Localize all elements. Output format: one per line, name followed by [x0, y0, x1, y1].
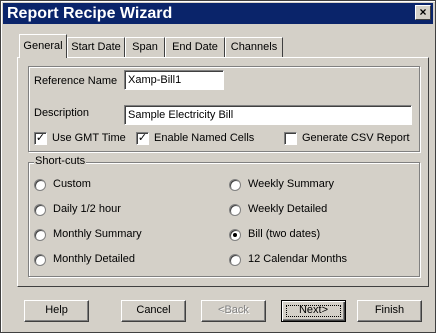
custom-label[interactable]: Custom	[53, 178, 91, 190]
next-button-label: Next>	[298, 304, 329, 316]
tab-label: End Date	[172, 41, 218, 53]
twelve-calendar-months-label[interactable]: 12 Calendar Months	[248, 253, 347, 265]
title-bar[interactable]: Report Recipe Wizard ×	[3, 3, 433, 24]
cancel-button-label: Cancel	[136, 304, 171, 316]
help-button-label: Help	[45, 304, 68, 316]
back-button[interactable]: <Back	[201, 300, 266, 322]
window-title: Report Recipe Wizard	[7, 5, 173, 22]
shortcuts-legend: Short-cuts	[34, 155, 87, 167]
generate-csv-report-checkbox[interactable]	[284, 132, 297, 145]
custom-radio[interactable]	[34, 179, 46, 191]
daily-half-hour-label[interactable]: Daily 1/2 hour	[53, 203, 121, 215]
use-gmt-time-checkbox[interactable]: ✓	[34, 132, 47, 145]
daily-half-hour-radio[interactable]	[34, 204, 46, 216]
description-field[interactable]: Sample Electricity Bill	[124, 105, 412, 125]
reference-name-label: Reference Name	[34, 75, 118, 87]
finish-button-label: Finish	[374, 304, 405, 316]
wizard-window: Report Recipe Wizard × General Start Dat…	[0, 0, 436, 333]
weekly-detailed-radio[interactable]	[229, 204, 241, 216]
enable-named-cells-checkbox[interactable]: ✓	[136, 132, 149, 145]
tab-label: Channels	[230, 41, 278, 53]
monthly-detailed-radio[interactable]	[34, 254, 46, 266]
twelve-calendar-months-radio[interactable]	[229, 254, 241, 266]
tab-channels[interactable]: Channels	[225, 37, 283, 57]
generate-csv-report-label[interactable]: Generate CSV Report	[302, 132, 410, 144]
cancel-button[interactable]: Cancel	[121, 300, 186, 322]
tab-end-date[interactable]: End Date	[165, 37, 225, 57]
monthly-summary-radio[interactable]	[34, 229, 46, 241]
help-button[interactable]: Help	[24, 300, 89, 322]
tab-label: Start Date	[71, 41, 121, 53]
tab-span[interactable]: Span	[125, 37, 165, 57]
bill-two-dates-label[interactable]: Bill (two dates)	[248, 228, 320, 240]
weekly-summary-label[interactable]: Weekly Summary	[248, 178, 334, 190]
enable-named-cells-label[interactable]: Enable Named Cells	[154, 132, 254, 144]
use-gmt-time-label[interactable]: Use GMT Time	[52, 132, 126, 144]
bill-two-dates-radio[interactable]	[229, 229, 241, 241]
tab-label: General	[23, 40, 63, 52]
next-button[interactable]: Next>	[281, 300, 346, 322]
reference-name-field[interactable]: Xamp-Bill1	[124, 70, 224, 90]
close-button[interactable]: ×	[415, 5, 431, 20]
monthly-detailed-label[interactable]: Monthly Detailed	[53, 253, 135, 265]
tab-label: Span	[132, 41, 158, 53]
finish-button[interactable]: Finish	[357, 300, 422, 322]
back-button-label: <Back	[218, 304, 249, 316]
monthly-summary-label[interactable]: Monthly Summary	[53, 228, 142, 240]
description-label: Description	[34, 107, 90, 119]
weekly-summary-radio[interactable]	[229, 179, 241, 191]
general-tab-panel: Reference Name Xamp-Bill1 Description Sa…	[17, 57, 429, 287]
tab-start-date[interactable]: Start Date	[67, 37, 125, 57]
weekly-detailed-label[interactable]: Weekly Detailed	[248, 203, 327, 215]
tab-general[interactable]: General	[19, 34, 67, 58]
